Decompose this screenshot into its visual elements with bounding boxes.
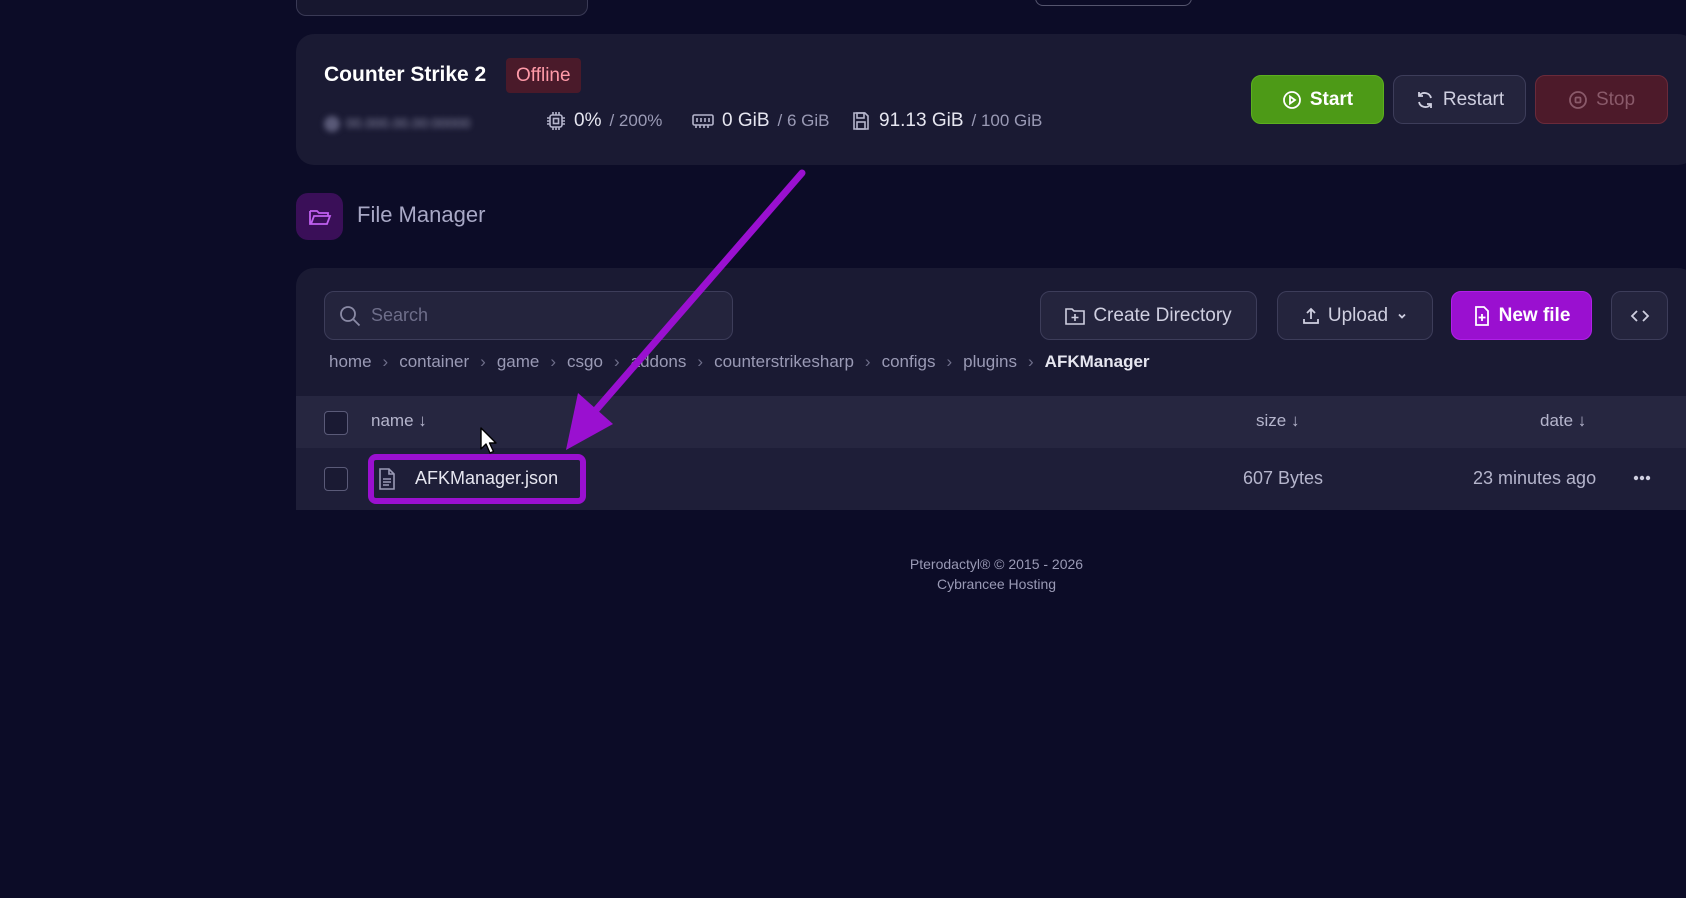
chevron-right-icon: › <box>613 352 620 371</box>
annotation-highlight-box <box>368 454 586 504</box>
server-name: Counter Strike 2 <box>324 63 487 86</box>
network-icon <box>324 116 340 133</box>
breadcrumb-configs[interactable]: configs <box>882 352 936 372</box>
breadcrumb-counterstrikesharp[interactable]: counterstrikesharp <box>714 352 854 372</box>
start-button[interactable]: Start <box>1251 75 1384 124</box>
cpu-stat: 0% / 200% <box>546 110 662 132</box>
breadcrumb-csgo[interactable]: csgo <box>567 352 603 372</box>
footer-copyright: Pterodactyl® © 2015 - 2026 <box>909 556 1084 572</box>
restart-button[interactable]: Restart <box>1393 75 1526 124</box>
footer-host: Cybrancee Hosting <box>936 576 1057 592</box>
cpu-icon <box>547 112 565 130</box>
upload-button[interactable]: Upload <box>1277 291 1433 340</box>
stop-circle-icon <box>1569 90 1587 109</box>
breadcrumb-game[interactable]: game <box>497 352 540 372</box>
memory-limit: / 6 GiB <box>777 111 830 130</box>
search-input[interactable] <box>371 305 711 326</box>
breadcrumb-home[interactable]: home <box>329 352 372 372</box>
server-address: 00.000.00.00:00000 <box>324 113 528 133</box>
play-circle-icon <box>1282 90 1301 109</box>
search-icon <box>340 305 361 326</box>
mouse-cursor-icon <box>480 427 497 454</box>
breadcrumb-plugins[interactable]: plugins <box>963 352 1017 372</box>
file-table-header <box>296 396 1686 448</box>
breadcrumb-addons[interactable]: addons <box>631 352 687 372</box>
breadcrumb-container[interactable]: container <box>399 352 469 372</box>
folder-icon-box <box>296 193 343 240</box>
stop-button[interactable]: Stop <box>1535 75 1668 124</box>
chevron-right-icon: › <box>946 352 953 371</box>
disk-used: 91.13 GiB <box>879 110 964 131</box>
file-date: 23 minutes ago <box>1473 468 1597 488</box>
chevron-right-icon: › <box>480 352 486 371</box>
breadcrumb-current: AFKManager <box>1044 352 1150 371</box>
save-disk-icon <box>853 112 869 130</box>
column-size[interactable]: size ↓ <box>1256 411 1299 431</box>
column-date[interactable]: date ↓ <box>1540 411 1586 431</box>
folder-open-icon <box>308 209 331 225</box>
cpu-limit: / 200% <box>609 111 663 130</box>
new-file-button[interactable]: New file <box>1451 291 1592 340</box>
file-manager-title: File Manager <box>357 202 486 227</box>
row-checkbox[interactable] <box>324 467 348 491</box>
chevron-down-icon <box>1398 313 1406 319</box>
refresh-icon <box>1417 91 1432 108</box>
select-all-checkbox[interactable] <box>324 411 348 435</box>
chevron-right-icon: › <box>382 352 389 371</box>
memory-icon <box>692 114 714 128</box>
upload-icon <box>1302 307 1319 324</box>
chevron-right-icon: › <box>550 352 557 371</box>
status-badge: Offline <box>506 58 581 93</box>
code-view-button[interactable] <box>1611 291 1668 340</box>
disk-limit: / 100 GiB <box>971 111 1043 130</box>
file-size: 607 Bytes <box>1243 468 1324 488</box>
file-plus-icon <box>1474 305 1489 326</box>
search-box[interactable] <box>324 291 733 340</box>
disk-stat: 91.13 GiB / 100 GiB <box>851 110 1042 132</box>
chevron-right-icon: › <box>697 352 704 371</box>
memory-used: 0 GiB <box>722 110 770 131</box>
top-remnant-button <box>1035 0 1192 6</box>
folder-plus-icon <box>1065 307 1086 325</box>
column-name[interactable]: name ↓ <box>371 411 427 431</box>
chevron-right-icon: › <box>864 352 871 371</box>
code-icon <box>1630 309 1649 322</box>
breadcrumb: home › container › game › csgo › addons … <box>329 352 1150 372</box>
chevron-right-icon: › <box>1028 352 1034 371</box>
more-options-icon[interactable] <box>1630 466 1654 490</box>
memory-stat: 0 GiB / 6 GiB <box>692 110 830 132</box>
top-remnant-panel <box>296 0 588 16</box>
cpu-used: 0% <box>574 110 602 131</box>
create-directory-button[interactable]: Create Directory <box>1040 291 1257 340</box>
